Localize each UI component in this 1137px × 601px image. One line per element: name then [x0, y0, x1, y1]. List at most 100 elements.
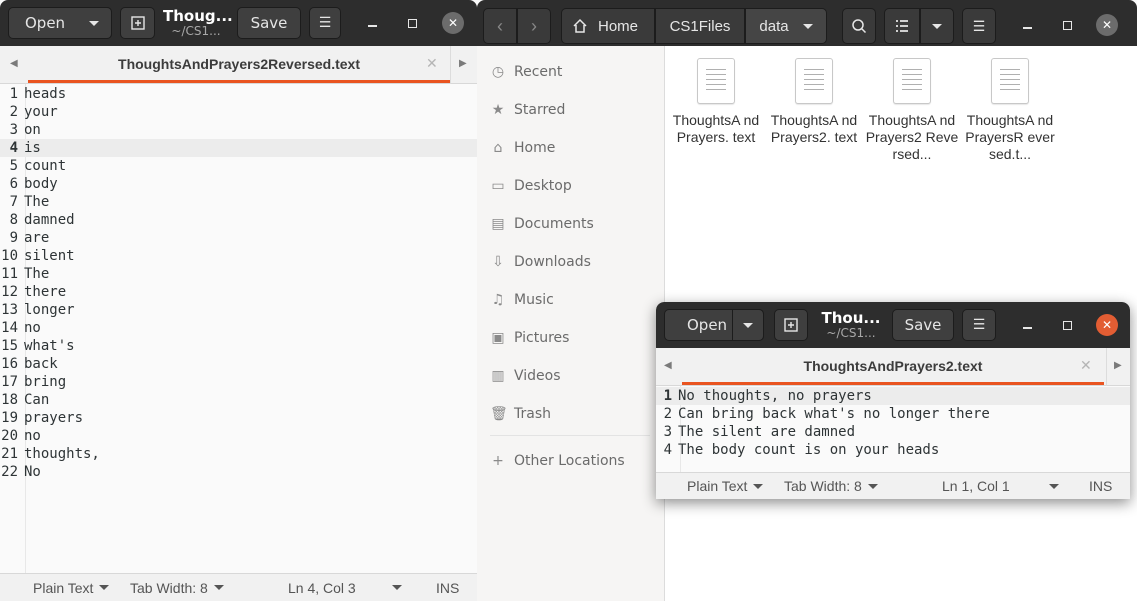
file-item[interactable]: ThoughtsA ndPrayers2. text — [767, 58, 861, 146]
files-minimize-button[interactable] — [1016, 14, 1038, 36]
line-number: 5 — [9, 158, 18, 174]
sidebar-item-starred[interactable]: ★ Starred — [477, 91, 665, 129]
save-button[interactable]: Save — [237, 7, 301, 39]
tab-close-icon[interactable]: ✕ — [1080, 358, 1092, 374]
editor-line[interactable]: 6 body — [0, 175, 477, 193]
close-button[interactable]: ✕ — [442, 12, 464, 34]
editor-line[interactable]: 13 longer — [0, 301, 477, 319]
sidebar-item-recent[interactable]: ◷ Recent — [477, 53, 665, 91]
small-minimize-button[interactable] — [1016, 314, 1038, 336]
open-recent-dropdown[interactable] — [77, 7, 112, 39]
editor-line[interactable]: 22 No — [0, 463, 477, 481]
text-view[interactable]: 1 heads 2 your 3 on 4 is 5 count 6 body 7 The 8 damned 9… — [0, 85, 477, 481]
editor-line[interactable]: 9 are — [0, 229, 477, 247]
editor-line[interactable]: 1 heads — [0, 85, 477, 103]
file-name: ThoughtsA ndPrayers2 Reversed... — [865, 112, 959, 162]
editor-line[interactable]: 5 count — [0, 157, 477, 175]
gedit-window-small: Open Thou... ~/CS1... Save ☰ ✕ ◀ Thought… — [656, 302, 1130, 499]
editor-line[interactable]: 16 back — [0, 355, 477, 373]
files-menu-button[interactable]: ☰ — [962, 8, 996, 44]
editor-line[interactable]: 14 no — [0, 319, 477, 337]
tab-scroll-right-icon[interactable]: ▶ — [1114, 360, 1122, 371]
position-dropdown[interactable] — [1049, 473, 1059, 499]
small-menu-button[interactable]: ☰ — [962, 309, 996, 341]
small-editor-area[interactable]: 1 No thoughts, no prayers 2 Can bring back … — [656, 386, 1130, 472]
line-text: count — [24, 158, 67, 174]
menu-button[interactable]: ☰ — [309, 7, 341, 39]
editor-line[interactable]: 18 Can — [0, 391, 477, 409]
editor-line[interactable]: 8 damned — [0, 211, 477, 229]
chevron-down-icon — [753, 483, 764, 489]
files-close-button[interactable]: ✕ — [1096, 14, 1118, 36]
editor-line[interactable]: 10 silent — [0, 247, 477, 265]
small-save-button[interactable]: Save — [892, 309, 954, 341]
editor-line[interactable]: 19 prayers — [0, 409, 477, 427]
sidebar-item-music[interactable]: ♫ Music — [477, 281, 665, 319]
small-new-tab-button[interactable] — [774, 309, 808, 341]
tab-width-selector[interactable]: Tab Width: 8 — [784, 473, 878, 499]
small-close-button[interactable]: ✕ — [1096, 314, 1118, 336]
language-selector[interactable]: Plain Text — [687, 473, 764, 499]
sidebar-item-other-locations[interactable]: + Other Locations — [477, 442, 665, 480]
editor-line[interactable]: 17 bring — [0, 373, 477, 391]
cursor-position[interactable]: Ln 1, Col 1 — [942, 473, 1010, 499]
editor-line[interactable]: 4 is — [0, 139, 477, 157]
download-icon: ⇩ — [492, 254, 504, 270]
small-status-bar: Plain Text Tab Width: 8 Ln 1, Col 1 INS — [656, 472, 1130, 499]
tab-width-selector[interactable]: Tab Width: 8 — [130, 574, 224, 601]
editor-line[interactable]: 11 The — [0, 265, 477, 283]
files-maximize-button[interactable] — [1056, 14, 1078, 36]
file-item[interactable]: ThoughtsA ndPrayers2 Reversed... — [865, 58, 959, 163]
small-open-recent-dropdown[interactable] — [732, 309, 764, 341]
maximize-button[interactable] — [401, 12, 423, 34]
minimize-button[interactable] — [361, 12, 383, 34]
editor-line[interactable]: 3 on — [0, 121, 477, 139]
editor-line[interactable]: 3 The silent are damned — [656, 423, 1130, 441]
editor-line[interactable]: 12 there — [0, 283, 477, 301]
position-dropdown[interactable] — [392, 574, 402, 601]
language-selector[interactable]: Plain Text — [33, 574, 110, 601]
file-item[interactable]: ThoughtsA ndPrayers. text — [669, 58, 763, 146]
editor-line[interactable]: 7 The — [0, 193, 477, 211]
sidebar-item-home[interactable]: ⌂ Home — [477, 129, 665, 167]
editor-line[interactable]: 20 no — [0, 427, 477, 445]
editor-line[interactable]: 2 Can bring back what's no longer there — [656, 405, 1130, 423]
tab-close-icon[interactable]: ✕ — [426, 56, 438, 72]
tab-name[interactable]: ThoughtsAndPrayers2Reversed.text — [28, 56, 450, 72]
tab-scroll-left-icon[interactable]: ◀ — [10, 58, 18, 69]
editor-line[interactable]: 1 No thoughts, no prayers — [656, 387, 1130, 405]
path-home-label: Home — [598, 17, 639, 35]
path-home-button[interactable]: Home — [561, 8, 655, 44]
editor-line[interactable]: 21 thoughts, — [0, 445, 477, 463]
forward-button[interactable]: › — [517, 8, 551, 44]
path-data-button[interactable]: data — [745, 8, 827, 44]
search-button[interactable] — [842, 8, 876, 44]
view-options-dropdown[interactable] — [920, 8, 954, 44]
path-cs1files-button[interactable]: CS1Files — [655, 8, 745, 44]
editor-line[interactable]: 4 The body count is on your heads — [656, 441, 1130, 459]
editor-line[interactable]: 15 what's — [0, 337, 477, 355]
cursor-position[interactable]: Ln 4, Col 3 — [288, 574, 356, 601]
list-view-button[interactable] — [884, 8, 920, 44]
sidebar-item-pictures[interactable]: ▣ Pictures — [477, 319, 665, 357]
back-button[interactable]: ‹ — [483, 8, 517, 44]
editor-area[interactable]: 1 heads 2 your 3 on 4 is 5 count 6 body 7 The 8 damned 9… — [0, 84, 477, 573]
active-tab-indicator — [682, 382, 1104, 385]
sidebar-item-downloads[interactable]: ⇩ Downloads — [477, 243, 665, 281]
file-item[interactable]: ThoughtsA ndPrayersR eversed.t... — [963, 58, 1057, 163]
tab-scroll-right-icon[interactable]: ▶ — [459, 58, 467, 69]
sidebar-item-desktop[interactable]: ▭ Desktop — [477, 167, 665, 205]
sidebar-item-documents[interactable]: ▤ Documents — [477, 205, 665, 243]
new-tab-button[interactable] — [120, 7, 155, 39]
editor-line[interactable]: 2 your — [0, 103, 477, 121]
tab-scroll-left-icon[interactable]: ◀ — [664, 360, 672, 371]
documents-icon: ▤ — [491, 216, 505, 232]
small-tab-name[interactable]: ThoughtsAndPrayers2.text — [682, 358, 1104, 374]
line-number: 4 — [9, 140, 18, 156]
sidebar-item-trash[interactable]: 🗑 Trash — [477, 395, 665, 433]
line-text: your — [24, 104, 58, 120]
hamburger-icon: ☰ — [972, 17, 986, 34]
sidebar-item-videos[interactable]: ▥ Videos — [477, 357, 665, 395]
small-maximize-button[interactable] — [1056, 314, 1078, 336]
small-text-view[interactable]: 1 No thoughts, no prayers 2 Can bring back … — [656, 387, 1130, 459]
